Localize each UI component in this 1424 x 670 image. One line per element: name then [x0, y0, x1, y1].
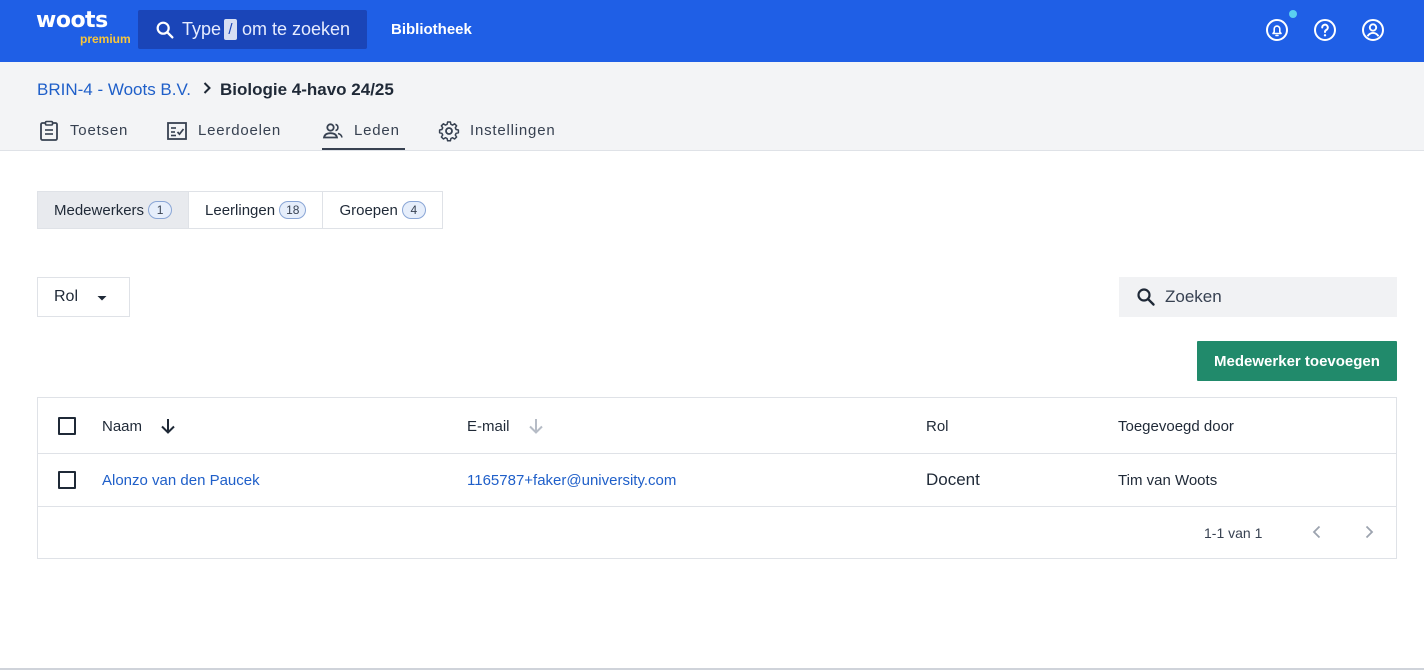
help-icon[interactable] [1313, 18, 1337, 42]
tab-toetsen[interactable]: Toetsen [38, 118, 138, 150]
gear-icon [438, 121, 460, 142]
page-header: BRIN-4 - Woots B.V. Biologie 4-havo 24/2… [0, 62, 1424, 151]
segment-label: Medewerkers [54, 201, 145, 219]
table-header: Naam E-mail Rol Toegevoegd door [38, 398, 1396, 454]
search-icon [156, 21, 174, 39]
column-header-email[interactable]: E-mail [467, 418, 510, 435]
global-search-button[interactable]: Type / om te zoeken [138, 10, 367, 49]
account-icon[interactable] [1361, 18, 1385, 42]
segment-label: Groepen [339, 201, 398, 219]
chevron-right-icon[interactable] [1360, 523, 1378, 541]
member-role: Docent [926, 470, 980, 489]
search-shortcut-key: / [224, 19, 237, 40]
people-icon [322, 123, 343, 139]
logo-subtitle: premium [80, 32, 131, 46]
count-badge: 18 [279, 201, 307, 219]
top-navigation-bar: woots premium Type / om te zoeken Biblio… [0, 0, 1424, 62]
segment-groepen[interactable]: Groepen 4 [323, 192, 442, 228]
column-header-rol: Rol [926, 418, 949, 435]
caret-down-icon [97, 296, 107, 301]
segment-label: Leerlingen [205, 201, 276, 219]
tab-leden[interactable]: Leden [322, 118, 405, 150]
checklist-icon [167, 122, 187, 140]
tab-leerdoelen[interactable]: Leerdoelen [166, 118, 296, 150]
member-type-tabs: Medewerkers 1 Leerlingen 18 Groepen 4 [37, 191, 443, 229]
segment-leerlingen[interactable]: Leerlingen 18 [189, 192, 324, 228]
chevron-right-icon [203, 82, 211, 94]
count-badge: 1 [148, 201, 173, 219]
tab-label: Instellingen [470, 122, 556, 139]
logo-text: woots [36, 8, 108, 33]
tab-label: Leden [354, 122, 400, 139]
table-row: Alonzo van den Paucek 1165787+faker@univ… [38, 454, 1396, 507]
member-added-by: Tim van Woots [1118, 472, 1218, 489]
search-icon [1137, 288, 1155, 306]
select-all-checkbox[interactable] [58, 417, 76, 435]
members-table: Naam E-mail Rol Toegevoegd door Alonzo v… [37, 397, 1397, 559]
role-filter-dropdown[interactable]: Rol [37, 277, 130, 317]
search-hint-suffix: om te zoeken [242, 19, 351, 39]
sort-arrow-down-icon[interactable] [526, 416, 546, 436]
woots-logo[interactable]: woots premium [36, 8, 131, 46]
member-email-link[interactable]: 1165787+faker@university.com [467, 472, 676, 489]
table-pagination: 1-1 van 1 [38, 507, 1396, 558]
page-title: Biologie 4-havo 24/25 [220, 80, 394, 99]
member-name-link[interactable]: Alonzo van den Paucek [102, 472, 260, 489]
row-checkbox[interactable] [58, 471, 76, 489]
sort-arrow-down-icon[interactable] [158, 416, 178, 436]
segment-medewerkers[interactable]: Medewerkers 1 [38, 192, 190, 228]
column-header-naam[interactable]: Naam [102, 418, 142, 435]
search-input[interactable] [1165, 277, 1385, 317]
column-header-toegevoegd-door: Toegevoegd door [1118, 418, 1234, 435]
add-employee-button[interactable]: Medewerker toevoegen [1197, 341, 1397, 381]
role-filter-label: Rol [54, 288, 79, 305]
notification-dot [1289, 10, 1297, 18]
search-hint-prefix: Type [182, 19, 222, 39]
tab-label: Leerdoelen [198, 122, 282, 139]
count-badge: 4 [401, 201, 426, 219]
chevron-left-icon[interactable] [1308, 523, 1326, 541]
member-search [1119, 277, 1397, 317]
notifications-icon[interactable] [1265, 18, 1289, 42]
tab-label: Toetsen [70, 122, 129, 139]
clipboard-icon [40, 120, 58, 141]
library-link[interactable]: Bibliotheek [391, 21, 472, 38]
pagination-range: 1-1 van 1 [1204, 525, 1263, 541]
breadcrumb-root-link[interactable]: BRIN-4 - Woots B.V. [37, 80, 191, 100]
tab-instellingen[interactable]: Instellingen [438, 118, 573, 150]
